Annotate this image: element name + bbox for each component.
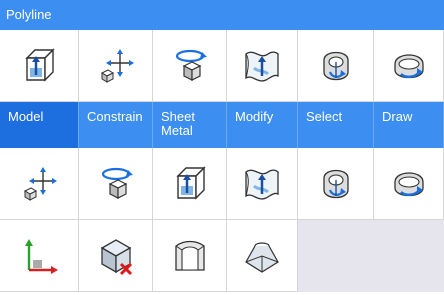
tool-palette: Polyline Model Constrain Sheet Metal Mod… [0, 0, 444, 295]
rotate-3d-icon [175, 49, 207, 81]
icon-row-2 [0, 148, 444, 220]
revolve-button[interactable] [298, 30, 374, 102]
ucs-axis-icon [25, 238, 58, 274]
tab-sheet-metal[interactable]: Sheet Metal [153, 102, 227, 148]
tab-draw[interactable]: Draw [374, 102, 444, 148]
rotate-arrow-icon [393, 171, 424, 196]
rotate-arrow-button[interactable] [374, 30, 444, 102]
move-3d-button[interactable] [0, 148, 79, 220]
shell-button[interactable] [153, 220, 227, 292]
rotate-arrow-icon [393, 53, 424, 78]
empty-area [298, 220, 444, 292]
tab-constrain[interactable]: Constrain [79, 102, 153, 148]
move-3d-button[interactable] [79, 30, 153, 102]
surface-icon [245, 168, 279, 200]
extrude-box-button[interactable] [0, 30, 79, 102]
rotate-arrow-button[interactable] [374, 148, 444, 220]
tab-model[interactable]: Model [0, 102, 79, 148]
ucs-axis-button[interactable] [0, 220, 79, 292]
rotate-3d-button[interactable] [153, 30, 227, 102]
move-3d-icon [100, 48, 134, 83]
loft-icon [245, 241, 279, 273]
icon-row-3 [0, 220, 444, 292]
move-3d-icon [23, 166, 57, 201]
rotate-3d-icon [101, 167, 133, 199]
tab-row: Model Constrain Sheet Metal Modify Selec… [0, 102, 444, 148]
delete-solid-icon [100, 238, 132, 275]
tab-select[interactable]: Select [298, 102, 374, 148]
revolve-icon [322, 51, 349, 80]
revolve-icon [322, 169, 349, 198]
delete-solid-button[interactable] [79, 220, 153, 292]
surface-button[interactable] [227, 148, 298, 220]
icon-row-1 [0, 30, 444, 102]
tool-grid: Model Constrain Sheet Metal Modify Selec… [0, 30, 444, 292]
surface-icon [245, 50, 279, 82]
rotate-3d-button[interactable] [79, 148, 153, 220]
shell-icon [174, 240, 205, 271]
extrude-box-icon [25, 47, 55, 82]
revolve-button[interactable] [298, 148, 374, 220]
loft-button[interactable] [227, 220, 298, 292]
extrude-box-icon [175, 165, 206, 200]
panel-title: Polyline [0, 0, 444, 30]
tab-modify[interactable]: Modify [227, 102, 298, 148]
surface-button[interactable] [227, 30, 298, 102]
extrude-box-button[interactable] [153, 148, 227, 220]
